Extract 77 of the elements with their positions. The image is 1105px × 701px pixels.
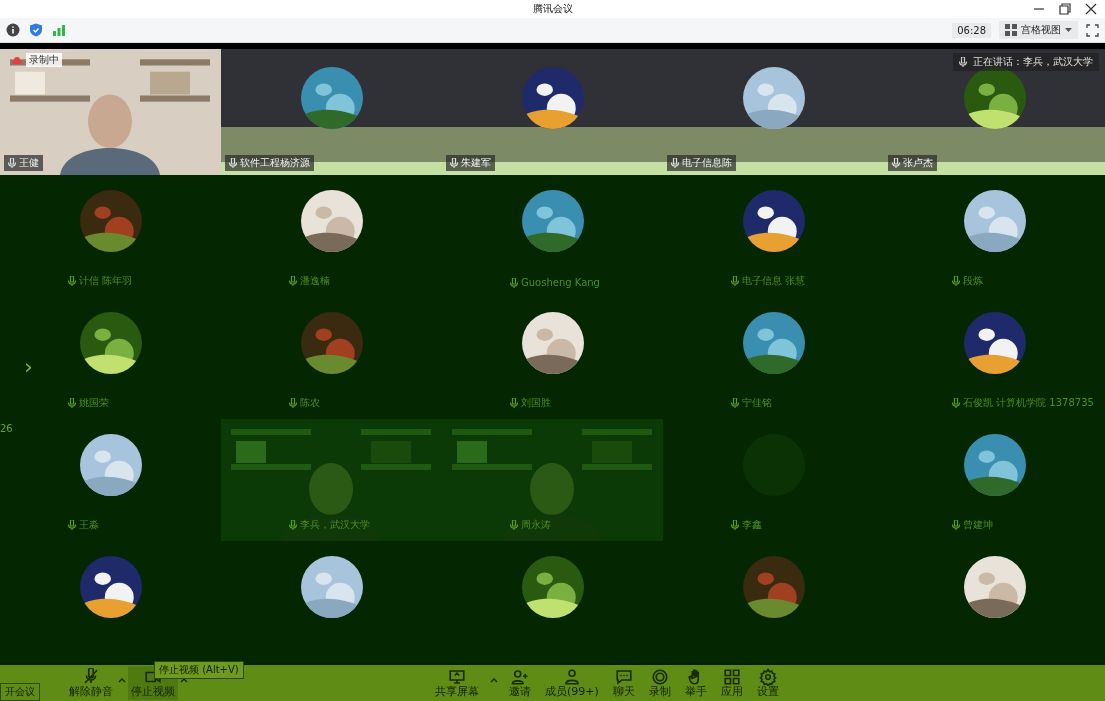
microphone-icon [289,520,297,530]
microphone-icon [229,158,237,168]
microphone-icon [8,158,16,168]
tooltip: 停止视频 (Alt+V) [154,661,244,679]
leave-button[interactable]: 开会议 [0,683,40,701]
participant-name: 段炼 [963,274,983,288]
toolbar-button[interactable]: 成员(99+) [542,666,602,700]
toolbar-icon [758,668,777,686]
microphone-icon [68,520,76,530]
microphone-icon [68,276,76,286]
participant-name: 石俊凯 计算机学院 1378735 [963,396,1094,410]
microphone-icon [289,398,297,408]
toolbar-icon [614,668,633,686]
toolbar-icon [650,668,669,686]
microphone-icon [952,520,960,530]
caret-icon [1065,27,1072,33]
microphone-icon [959,57,967,67]
toolbar-button[interactable]: 录制 [645,666,674,700]
microphone-icon [892,158,900,168]
toolbar-button[interactable]: 共享屏幕 [432,666,482,700]
next-page-button[interactable]: › [20,354,37,379]
participant-name: Guosheng Kang [521,277,600,288]
microphone-icon [510,277,518,288]
participant-name: 软件工程杨济源 [240,156,310,170]
toolbar-button[interactable]: 解除静音 [66,666,116,700]
toolbar-button[interactable]: 聊天 [609,666,638,700]
toolbar-button[interactable]: 举手 [681,666,710,700]
microphone-icon [731,520,739,530]
participant-name: 王健 [19,156,39,170]
toolbar-button[interactable]: 邀请 [506,666,534,700]
toolbar-icon [511,668,529,686]
restore-icon[interactable] [1059,3,1071,15]
microphone-icon [671,158,679,168]
participant-name: 宁佳铭 [742,396,772,410]
microphone-icon [450,158,458,168]
toolbar-icon [562,668,581,686]
participant-name: 朱建军 [461,156,491,170]
close-icon[interactable] [1085,3,1097,15]
meeting-timer: 06:28 [952,22,991,38]
participant-name: 姚国荣 [79,396,109,410]
participant-name: 周永涛 [521,518,551,532]
participant-name: 李兵，武汉大学 [300,518,370,532]
microphone-icon [731,398,739,408]
participant-name: 刘国胜 [521,396,551,410]
shield-icon[interactable] [29,23,43,37]
page-number: 26 [0,423,13,434]
window-title: 腾讯会议 [532,2,573,16]
toolbar-button[interactable]: 设置 [753,666,782,700]
fullscreen-icon[interactable] [1086,23,1099,37]
participant-name: 王淼 [79,518,99,532]
microphone-icon [952,398,960,408]
caret-icon[interactable] [490,677,498,683]
toolbar-icon [82,668,100,686]
grid-icon [1005,24,1017,36]
participant-name: 电子信息 张慧 [742,274,806,288]
info-icon[interactable] [6,23,20,37]
microphone-icon [510,398,518,408]
participant-name: 张卢杰 [903,156,933,170]
toolbar-icon [448,668,466,686]
participant-name: 计信 陈年羽 [79,274,133,288]
participant-name: 电子信息陈 [682,156,732,170]
participant-name: 李鑫 [742,518,762,532]
participant-name: 潘逸楠 [300,274,330,288]
microphone-icon [510,520,518,530]
microphone-icon [952,276,960,286]
participant-name: 曾建坤 [963,518,993,532]
speaking-label: 正在讲话：李兵，武汉大学 [973,55,1093,69]
participant-name: 陈农 [300,396,320,410]
microphone-icon [731,276,739,286]
toolbar-button[interactable]: 应用 [717,666,746,700]
microphone-icon [68,398,76,408]
view-mode-button[interactable]: 宫格视图 [999,21,1078,39]
recording-label: 录制中 [26,53,62,67]
cloud-icon [12,56,22,64]
microphone-icon [289,276,297,286]
toolbar-icon [722,668,741,686]
caret-icon[interactable] [118,677,126,683]
